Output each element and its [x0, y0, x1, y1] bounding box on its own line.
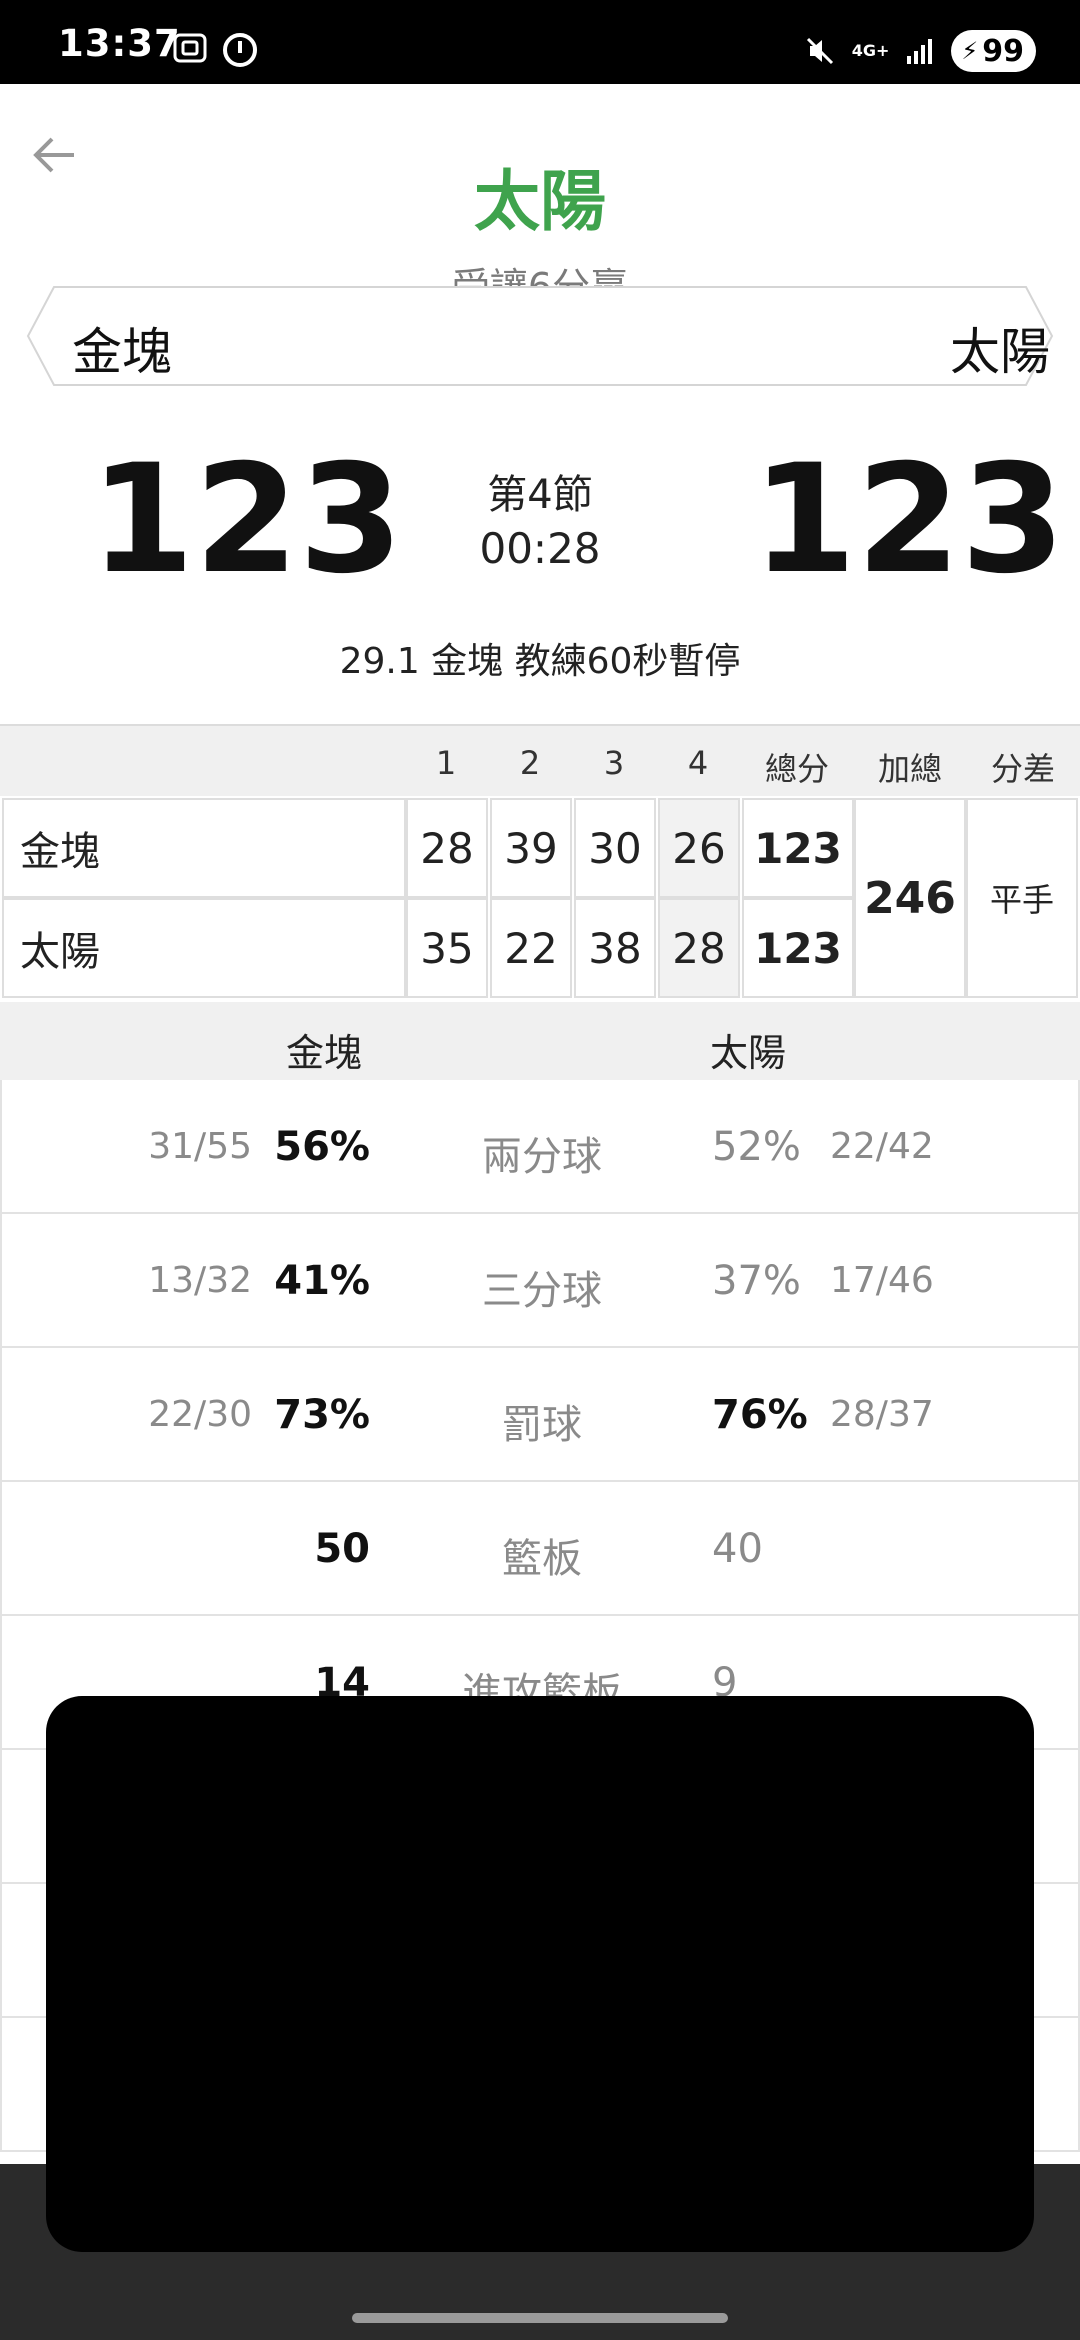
score-right: 123 — [752, 433, 1066, 607]
team-left[interactable]: 金塊 — [72, 312, 172, 384]
right-fraction: 22/42 — [830, 1126, 934, 1167]
stats-header: 金塊 太陽 — [0, 1002, 1080, 1080]
score-left: 123 — [90, 433, 404, 607]
table-cell-q1: 35 — [406, 898, 488, 998]
header-combined: 加總 — [877, 750, 942, 788]
table-cell-q3: 30 — [574, 798, 656, 898]
gesture-nav-handle[interactable] — [352, 2313, 728, 2323]
right-value: 40 — [712, 1526, 763, 1572]
right-value: 37% — [712, 1258, 801, 1304]
table-cell-q2: 22 — [490, 898, 572, 998]
combined-score: 246 — [854, 798, 966, 998]
header-diff: 分差 — [990, 750, 1055, 788]
status-right-icons: 4G+ ⚡ 99 — [804, 30, 1036, 72]
status-time: 13:37 — [58, 22, 181, 65]
table-cell-q4: 28 — [658, 898, 740, 998]
header-q3: 3 — [603, 744, 625, 782]
table-cell-q2: 39 — [490, 798, 572, 898]
vibrate-mute-icon — [806, 37, 833, 65]
score-difference: 平手 — [966, 798, 1078, 998]
left-value: 41% — [274, 1258, 370, 1304]
overlay-panel[interactable] — [46, 1696, 1034, 2252]
table-cell-q3: 38 — [574, 898, 656, 998]
stat-row: 22/30 73% 罰球 76% 28/37 — [0, 1348, 1080, 1482]
game-clock: 00:28 — [479, 524, 601, 573]
left-value: 50 — [314, 1526, 370, 1572]
last-event: 29.1 金塊 教練60秒暫停 — [339, 641, 741, 682]
page-title: 太陽 — [474, 163, 606, 240]
table-cell-total: 123 — [742, 898, 854, 998]
header-q4: 4 — [687, 744, 709, 782]
stat-label: 罰球 — [502, 1402, 582, 1448]
right-value: 76% — [712, 1392, 808, 1438]
screenshot-icon — [173, 33, 207, 63]
battery-charging-icon: ⚡ — [961, 37, 979, 65]
status-bar: 13:37 4G+ ⚡ 99 — [0, 0, 1080, 84]
left-value: 73% — [274, 1392, 370, 1438]
left-fraction: 22/30 — [148, 1394, 252, 1435]
right-fraction: 28/37 — [830, 1394, 934, 1435]
quarter-table-header: 1 2 3 4 總分 加總 分差 — [0, 724, 1080, 796]
left-fraction: 13/32 — [148, 1260, 252, 1301]
header-q1: 1 — [435, 744, 457, 782]
period: 第4節 — [487, 472, 593, 518]
right-fraction: 17/46 — [830, 1260, 934, 1301]
header-total: 總分 — [764, 750, 829, 788]
stats-left-team: 金塊 — [286, 1031, 363, 1075]
table-row-team: 太陽 — [2, 898, 406, 998]
table-cell-q4: 26 — [658, 798, 740, 898]
signal-icon — [907, 39, 933, 64]
app-notification-icon — [223, 33, 257, 67]
table-cell-q1: 28 — [406, 798, 488, 898]
stat-row: 31/55 56% 兩分球 52% 22/42 — [0, 1080, 1080, 1214]
table-row-team: 金塊 — [2, 798, 406, 898]
left-value: 56% — [274, 1124, 370, 1170]
battery-indicator: ⚡ 99 — [951, 30, 1036, 72]
stat-label: 籃板 — [502, 1536, 582, 1582]
status-left-icons — [172, 32, 258, 68]
header-q2: 2 — [519, 744, 541, 782]
quarter-table: 金塊 28 39 30 26 123 太陽 35 22 38 28 123 24… — [0, 796, 1080, 1000]
stat-label: 兩分球 — [482, 1134, 602, 1180]
network-type: 4G+ — [851, 41, 890, 60]
battery-level: 99 — [982, 33, 1024, 69]
team-right[interactable]: 太陽 — [890, 312, 1050, 384]
stat-row: 13/32 41% 三分球 37% 17/46 — [0, 1214, 1080, 1348]
right-value: 52% — [712, 1124, 801, 1170]
table-cell-total: 123 — [742, 798, 854, 898]
stat-row: 50 籃板 40 — [0, 1482, 1080, 1616]
left-fraction: 31/55 — [148, 1126, 252, 1167]
stat-label: 三分球 — [482, 1268, 602, 1314]
stats-right-team: 太陽 — [710, 1031, 787, 1075]
